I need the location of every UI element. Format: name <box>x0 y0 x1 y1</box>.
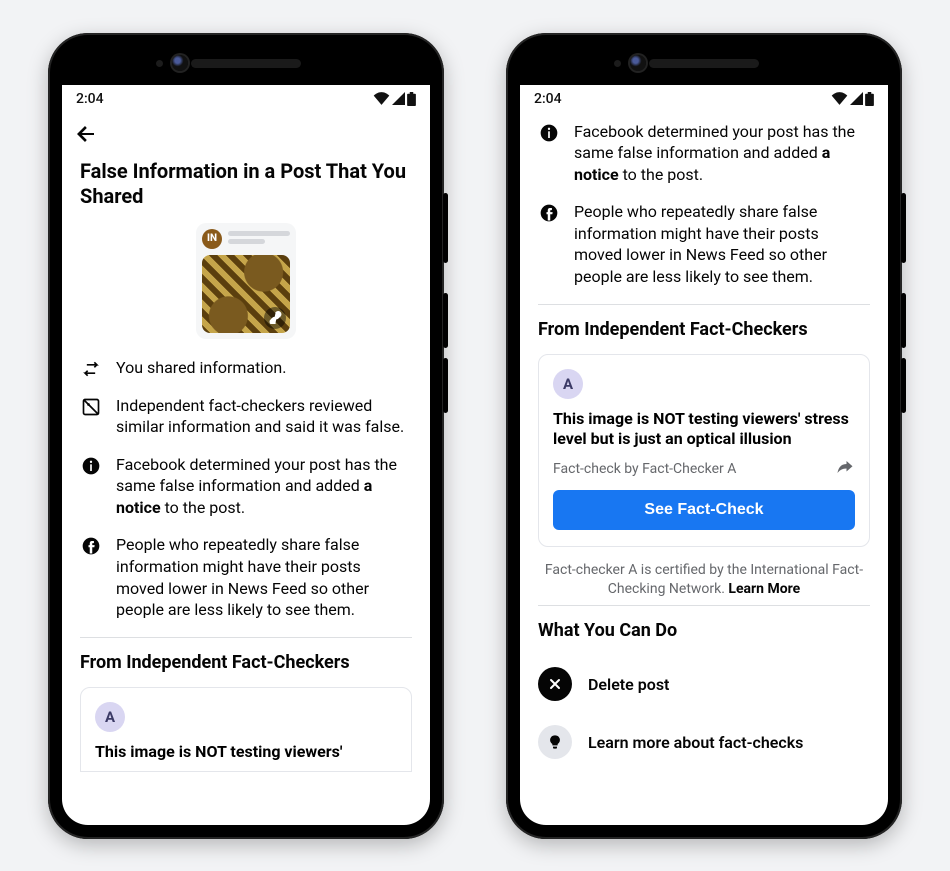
info-text: Facebook determined your post has the sa… <box>116 454 412 519</box>
phone-right: 2:04 Facebook determined your post has t… <box>506 33 902 839</box>
status-time: 2:04 <box>76 91 104 107</box>
action-label: Learn more about fact-checks <box>588 733 803 752</box>
arrow-left-icon <box>74 122 98 146</box>
cell-signal-icon <box>850 92 863 105</box>
action-delete-post[interactable]: Delete post <box>538 655 870 713</box>
delete-icon <box>538 667 572 701</box>
content-area: Facebook determined your post has the sa… <box>520 113 888 825</box>
power-button[interactable] <box>901 193 906 263</box>
info-item-shared: You shared information. <box>80 357 412 379</box>
info-text-post: to the post. <box>161 498 245 517</box>
fact-check-card: A This image is NOT testing viewers' str… <box>538 354 870 548</box>
battery-icon <box>407 92 416 106</box>
status-bar: 2:04 <box>520 85 888 113</box>
info-text: People who repeatedly share false inform… <box>116 534 412 620</box>
page-title: False Information in a Post That You Sha… <box>80 159 412 209</box>
back-button[interactable] <box>74 122 98 146</box>
phone-speaker <box>649 59 759 68</box>
screen: 2:04 False Information in a Post That Yo… <box>62 85 430 825</box>
certification-note: Fact-checker A is certified by the Inter… <box>538 561 870 599</box>
fact-checker-avatar: A <box>553 369 583 399</box>
phone-camera <box>172 55 188 71</box>
share-icon <box>835 458 855 476</box>
phone-left: 2:04 False Information in a Post That Yo… <box>48 33 444 839</box>
share-button[interactable] <box>835 458 855 480</box>
learn-more-link[interactable]: Learn More <box>728 581 800 597</box>
status-icons <box>373 92 416 106</box>
section-fact-checkers: From Independent Fact-Checkers <box>538 319 870 340</box>
info-item-reviewed: Independent fact-checkers reviewed simil… <box>80 395 412 438</box>
cert-text: Fact-checker A is certified by the Inter… <box>545 562 863 597</box>
divider <box>538 605 870 606</box>
fact-checker-avatar: A <box>95 702 125 732</box>
volume-down-button[interactable] <box>901 358 906 413</box>
post-text-placeholder <box>228 231 290 247</box>
wifi-icon <box>373 92 390 105</box>
info-text-pre: Facebook determined your post has the sa… <box>574 122 855 163</box>
post-author-avatar: IN <box>202 229 222 249</box>
info-item-determined: Facebook determined your post has the sa… <box>80 454 412 519</box>
info-item-repeat: People who repeatedly share false inform… <box>80 534 412 620</box>
section-actions: What You Can Do <box>538 620 870 641</box>
section-fact-checkers: From Independent Fact-Checkers <box>80 652 412 673</box>
status-time: 2:04 <box>534 91 562 107</box>
volume-down-button[interactable] <box>443 358 448 413</box>
reshare-icon <box>80 357 102 379</box>
info-text: Independent fact-checkers reviewed simil… <box>116 395 412 438</box>
link-icon <box>269 311 282 324</box>
info-text: You shared information. <box>116 357 412 379</box>
info-list: Facebook determined your post has the sa… <box>538 121 870 288</box>
phone-sensor <box>156 60 163 67</box>
info-list: You shared information. Independent fact… <box>80 357 412 621</box>
action-label: Delete post <box>588 675 669 694</box>
fact-check-headline: This image is NOT testing viewers' <box>95 742 397 763</box>
see-fact-check-button[interactable]: See Fact-Check <box>553 490 855 530</box>
action-learn-more[interactable]: Learn more about fact-checks <box>538 713 870 771</box>
link-badge <box>264 307 286 329</box>
fact-check-card[interactable]: A This image is NOT testing viewers' <box>80 687 412 772</box>
fact-check-byline: Fact-check by Fact-Checker A <box>553 461 736 477</box>
info-text: People who repeatedly share false inform… <box>574 201 870 287</box>
content-area: False Information in a Post That You Sha… <box>62 155 430 825</box>
battery-icon <box>865 92 874 106</box>
fact-check-headline: This image is NOT testing viewers' stres… <box>553 409 855 451</box>
wifi-icon <box>831 92 848 105</box>
facebook-icon <box>80 534 102 620</box>
lightbulb-icon <box>538 725 572 759</box>
divider <box>538 304 870 305</box>
facebook-icon <box>538 201 560 287</box>
info-icon <box>538 121 560 186</box>
volume-up-button[interactable] <box>901 293 906 348</box>
post-thumbnail <box>202 255 290 333</box>
info-text: Facebook determined your post has the sa… <box>574 121 870 186</box>
image-false-icon <box>80 395 102 438</box>
status-icons <box>831 92 874 106</box>
info-item-determined: Facebook determined your post has the sa… <box>538 121 870 186</box>
divider <box>80 637 412 638</box>
cell-signal-icon <box>392 92 405 105</box>
info-icon <box>80 454 102 519</box>
shared-post-preview[interactable]: IN <box>196 223 296 339</box>
volume-up-button[interactable] <box>443 293 448 348</box>
phone-camera <box>630 55 646 71</box>
app-header <box>62 113 430 155</box>
info-text-pre: Facebook determined your post has the sa… <box>116 455 397 496</box>
action-list: Delete post Learn more about fact-checks <box>538 655 870 771</box>
status-bar: 2:04 <box>62 85 430 113</box>
phone-speaker <box>191 59 301 68</box>
info-text-post: to the post. <box>619 165 703 184</box>
power-button[interactable] <box>443 193 448 263</box>
phone-sensor <box>614 60 621 67</box>
screen: 2:04 Facebook determined your post has t… <box>520 85 888 825</box>
info-item-repeat: People who repeatedly share false inform… <box>538 201 870 287</box>
